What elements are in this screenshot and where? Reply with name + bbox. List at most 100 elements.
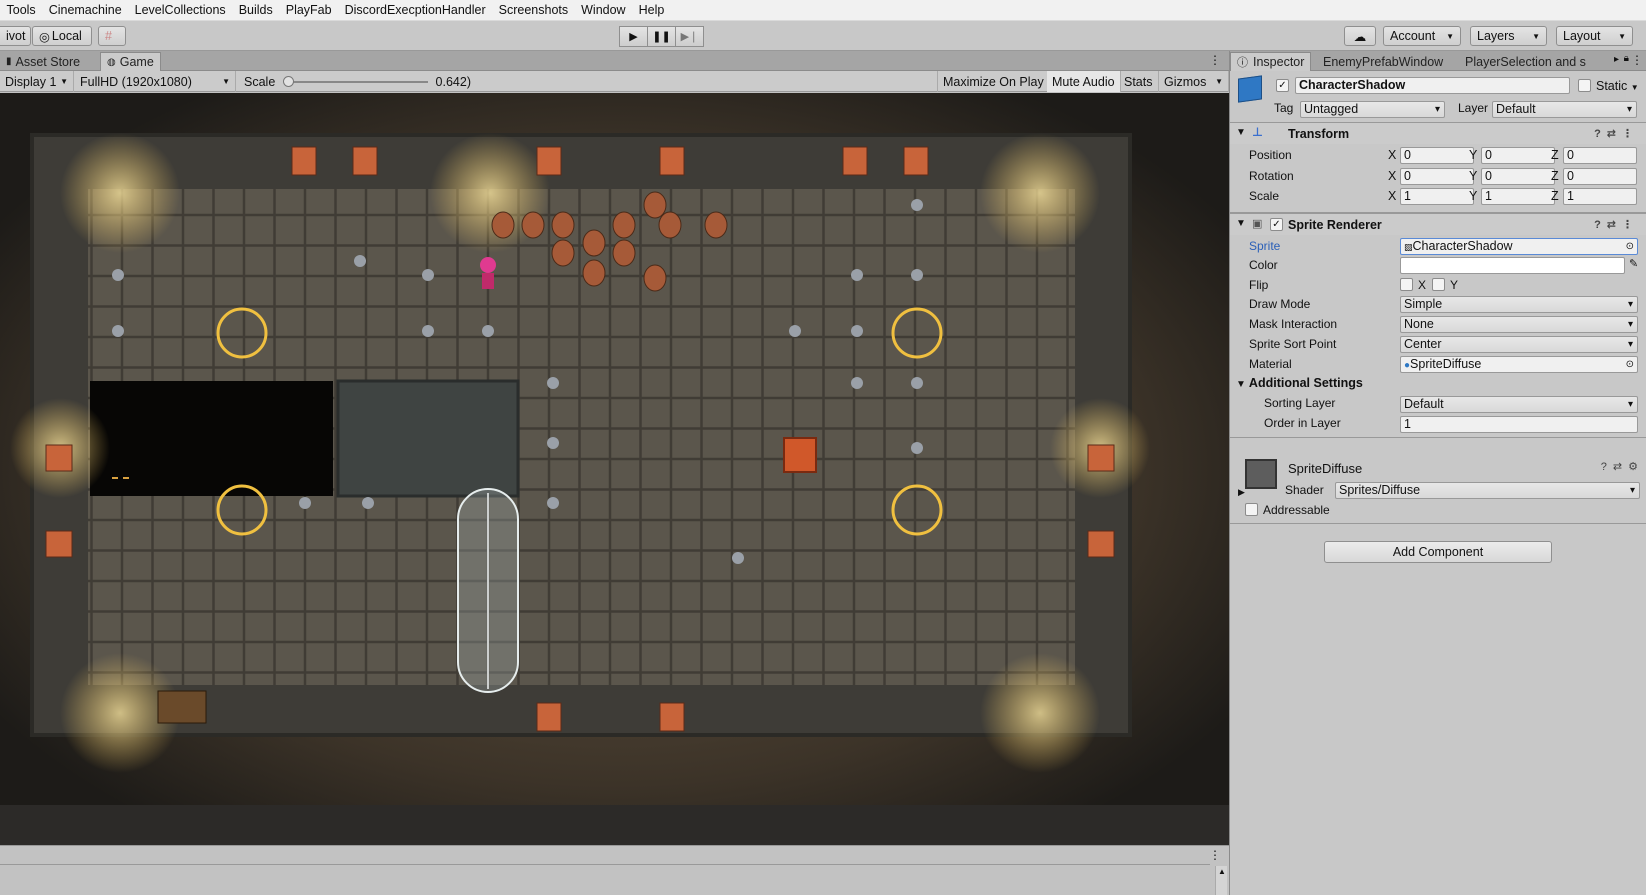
tab-label: PlayerSelection and s (1465, 54, 1586, 69)
sprite-field[interactable]: ▧CharacterShadow ⊙ (1400, 238, 1638, 255)
scale-y-field[interactable]: 1 (1481, 188, 1555, 205)
pivot-toggle[interactable]: ivot (0, 26, 31, 46)
account-dropdown[interactable]: Account ▼ (1383, 26, 1461, 46)
flip-y-checkbox[interactable] (1432, 278, 1445, 291)
rotation-x-field[interactable]: 0 (1400, 168, 1474, 185)
scale-z-field[interactable]: 1 (1563, 188, 1637, 205)
tab-enemy-prefab-window[interactable]: EnemyPrefabWindow (1317, 52, 1449, 71)
mask-interaction-dropdown[interactable]: None (1400, 316, 1638, 333)
panel-menu-icon[interactable]: ⋮ (1631, 53, 1643, 67)
flip-x-checkbox[interactable] (1400, 278, 1413, 291)
tab-player-selection[interactable]: PlayerSelection and s (1459, 52, 1592, 71)
menu-item[interactable]: Cinemachine (42, 3, 128, 17)
component-icons[interactable]: ?⇄⋮ (1594, 218, 1639, 231)
tab-inspector[interactable]: ⓘ Inspector (1230, 52, 1312, 71)
scale-slider-thumb[interactable] (283, 75, 295, 87)
chevron-down-icon: ▼ (1618, 31, 1626, 41)
panel-menu-icon[interactable]: ⋮ (1209, 53, 1221, 67)
rotation-z-axis-label[interactable]: Z (1551, 169, 1559, 183)
display-dropdown[interactable]: Display 1 ▼ (0, 71, 74, 92)
object-picker-icon[interactable]: ⊙ (1626, 239, 1634, 254)
menu-item[interactable]: DiscordExecptionHandler (338, 3, 492, 17)
gizmos-label: Gizmos (1164, 74, 1207, 89)
chevron-right-icon[interactable]: ▸ (1614, 54, 1619, 65)
active-checkbox[interactable]: ✓ (1276, 79, 1289, 92)
sprite-label: Sprite (1249, 239, 1281, 253)
game-viewport[interactable] (0, 93, 1229, 845)
foldout-arrow-icon[interactable]: ▶ (1238, 487, 1245, 498)
transform-header[interactable]: ▼ ⊥ Transform ?⇄⋮ (1230, 122, 1646, 144)
play-button[interactable]: ▶ (619, 26, 648, 47)
addressable-checkbox[interactable] (1245, 503, 1258, 516)
resolution-dropdown[interactable]: FullHD (1920x1080) ▼ (74, 71, 236, 92)
layout-dropdown[interactable]: Layout ▼ (1556, 26, 1633, 46)
scale-x-axis-label[interactable]: X (1388, 189, 1396, 203)
mute-audio-toggle[interactable]: Mute Audio (1047, 71, 1121, 92)
object-picker-icon[interactable]: ⊙ (1626, 357, 1634, 372)
material-field[interactable]: ●SpriteDiffuse ⊙ (1400, 356, 1638, 373)
menu-item[interactable]: Window (575, 3, 632, 17)
tab-game[interactable]: ◍ Game (100, 52, 161, 71)
scale-label: Scale (244, 74, 276, 89)
mute-label: Mute Audio (1052, 74, 1115, 89)
rotation-y-field[interactable]: 0 (1481, 168, 1555, 185)
position-z-field[interactable]: 0 (1563, 147, 1637, 164)
rotation-z-field[interactable]: 0 (1563, 168, 1637, 185)
static-checkbox[interactable] (1578, 79, 1591, 92)
material-preview-icon (1245, 459, 1277, 489)
scale-y-axis-label[interactable]: Y (1469, 189, 1477, 203)
scale-x-field[interactable]: 1 (1400, 188, 1474, 205)
sprite-renderer-enabled-checkbox[interactable]: ✓ (1270, 218, 1283, 231)
pause-button[interactable]: ❚❚ (647, 26, 676, 47)
grid-snap-button[interactable]: # (98, 26, 126, 46)
inspector-panel: ⓘ Inspector EnemyPrefabWindow PlayerSelec… (1229, 51, 1646, 895)
maximize-on-play-toggle[interactable]: Maximize On Play (937, 71, 1050, 92)
eyedropper-icon[interactable]: ✎ (1629, 257, 1638, 270)
object-name-field[interactable]: CharacterShadow (1295, 77, 1570, 94)
sprite-value: CharacterShadow (1412, 239, 1513, 253)
menu-item[interactable]: Tools (0, 3, 42, 17)
color-swatch[interactable] (1400, 257, 1625, 274)
scale-z-axis-label[interactable]: Z (1551, 189, 1559, 203)
sprite-sort-point-dropdown[interactable]: Center (1400, 336, 1638, 353)
order-in-layer-field[interactable]: 1 (1400, 416, 1638, 433)
layers-dropdown[interactable]: Layers ▼ (1470, 26, 1547, 46)
scale-control: Scale 0.642) (236, 71, 476, 92)
add-component-button[interactable]: Add Component (1324, 541, 1552, 563)
step-button[interactable]: ▶❘ (675, 26, 704, 47)
static-dropdown[interactable]: Static ▼ (1596, 79, 1639, 93)
game-scene (0, 93, 1229, 845)
stats-toggle[interactable]: Stats (1119, 71, 1159, 92)
sprite-renderer-header[interactable]: ▼ ▣ ✓ Sprite Renderer ?⇄⋮ (1230, 213, 1646, 235)
shader-dropdown[interactable]: Sprites/Diffuse (1335, 482, 1640, 499)
position-y-field[interactable]: 0 (1481, 147, 1555, 164)
stone-block (336, 379, 520, 498)
local-toggle[interactable]: ◎ Local (32, 26, 92, 46)
menu-item[interactable]: PlayFab (279, 3, 338, 17)
rotation-y-axis-label[interactable]: Y (1469, 169, 1477, 183)
additional-settings-foldout[interactable]: ▼ Additional Settings (1236, 376, 1363, 390)
tag-dropdown[interactable]: Untagged (1300, 101, 1445, 118)
scale-slider[interactable] (283, 75, 428, 87)
menu-item[interactable]: Builds (232, 3, 279, 17)
menu-item[interactable]: Screenshots (492, 3, 574, 17)
tab-asset-store[interactable]: ▮ Asset Store (0, 52, 86, 71)
menu-item[interactable]: Help (632, 3, 671, 17)
component-icons[interactable]: ?⇄⋮ (1594, 127, 1639, 140)
rotation-x-axis-label[interactable]: X (1388, 169, 1396, 183)
position-z-axis-label[interactable]: Z (1551, 148, 1559, 162)
menu-item[interactable]: LevelCollections (128, 3, 232, 17)
position-x-axis-label[interactable]: X (1388, 148, 1396, 162)
material-icons[interactable]: ?⇄⚙ (1601, 460, 1644, 473)
position-x-field[interactable]: 0 (1400, 147, 1474, 164)
gizmos-dropdown[interactable]: Gizmos ▼ (1159, 71, 1229, 92)
lock-icon[interactable]: 🔒︎ (1624, 53, 1629, 64)
layer-dropdown[interactable]: Default (1492, 101, 1637, 118)
draw-mode-dropdown[interactable]: Simple (1400, 296, 1638, 313)
scrollbar[interactable]: ▲ (1215, 866, 1227, 895)
position-y-axis-label[interactable]: Y (1469, 148, 1477, 162)
transform-icon: ⊥ (1252, 125, 1263, 139)
panel-menu-icon[interactable]: ⋮ (1209, 848, 1221, 862)
sorting-layer-dropdown[interactable]: Default (1400, 396, 1638, 413)
cloud-button[interactable]: ☁ (1344, 26, 1376, 46)
